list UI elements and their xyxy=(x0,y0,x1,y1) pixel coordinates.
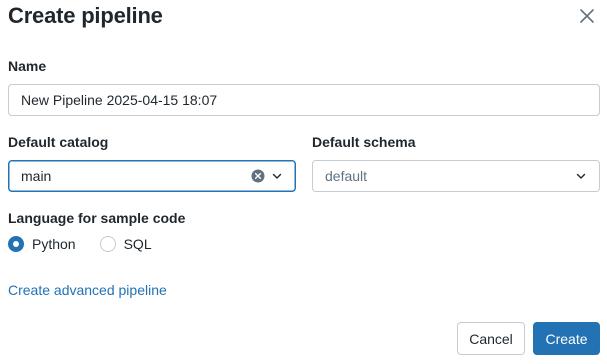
default-catalog-select[interactable]: main xyxy=(8,160,296,192)
name-label: Name xyxy=(8,58,47,74)
radio-label-sql: SQL xyxy=(123,236,152,252)
default-catalog-label: Default catalog xyxy=(8,134,109,150)
radio-option-python[interactable]: Python xyxy=(8,236,76,252)
language-radio-group: Python SQL xyxy=(8,236,176,252)
chevron-down-icon[interactable] xyxy=(575,170,587,182)
name-input-value: New Pipeline 2025-04-15 18:07 xyxy=(21,92,218,108)
default-schema-select[interactable]: default xyxy=(312,160,600,192)
create-advanced-pipeline-link[interactable]: Create advanced pipeline xyxy=(8,282,167,298)
radio-button-sql[interactable] xyxy=(99,236,116,252)
default-schema-label: Default schema xyxy=(312,134,416,150)
cancel-button[interactable]: Cancel xyxy=(457,322,525,355)
language-label: Language for sample code xyxy=(8,210,186,226)
radio-option-sql[interactable]: SQL xyxy=(99,236,152,252)
close-button[interactable] xyxy=(577,6,597,26)
name-input[interactable]: New Pipeline 2025-04-15 18:07 xyxy=(8,84,600,116)
clear-icon[interactable] xyxy=(251,169,265,183)
chevron-down-icon[interactable] xyxy=(271,170,283,182)
close-icon xyxy=(580,9,594,23)
radio-button-python[interactable] xyxy=(8,236,24,252)
dialog-title: Create pipeline xyxy=(8,3,163,28)
radio-label-python: Python xyxy=(32,236,76,252)
create-pipeline-dialog: Create pipeline Name New Pipeline 2025-0… xyxy=(0,0,607,364)
default-catalog-value: main xyxy=(21,168,52,184)
default-schema-placeholder: default xyxy=(325,168,368,184)
create-button[interactable]: Create xyxy=(533,322,600,355)
